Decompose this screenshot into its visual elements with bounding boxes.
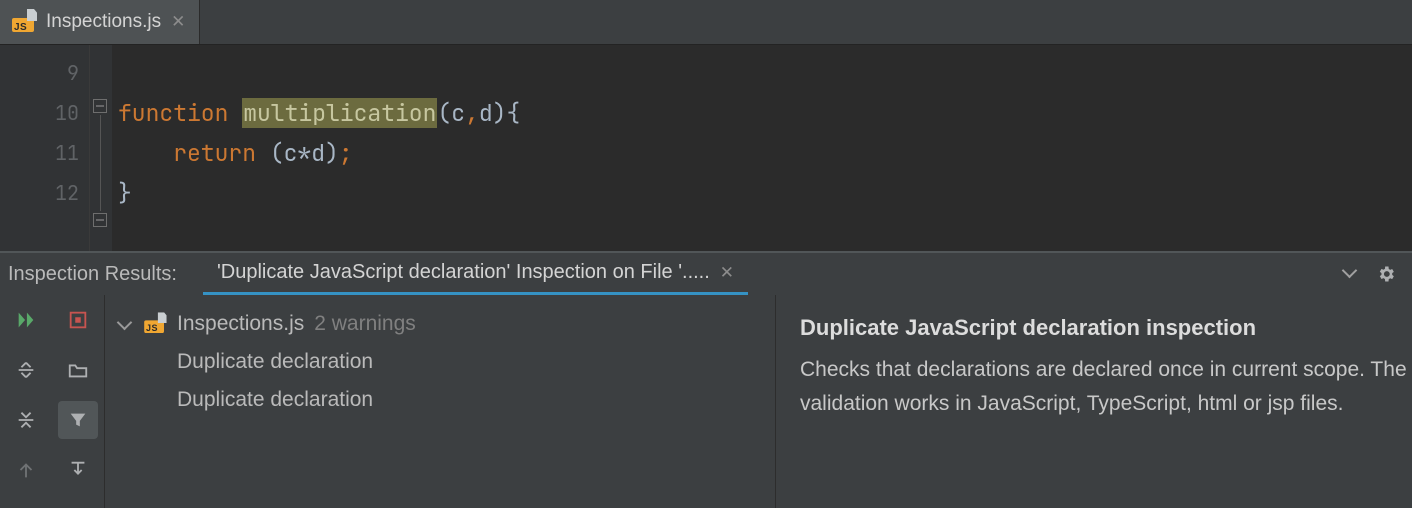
panel-header-actions [1344, 264, 1412, 284]
inspection-results-body: Inspections.js 2 warnings Duplicate decl… [0, 295, 1412, 508]
arrow-up-icon[interactable] [0, 445, 52, 495]
collapse-all-icon[interactable] [0, 395, 52, 445]
inspection-detail-body: Checks that declarations are declared on… [800, 353, 1412, 421]
tree-item-label: Duplicate declaration [177, 350, 373, 374]
line-number-gutter: 9101112 [0, 45, 90, 251]
line-number: 10 [0, 93, 79, 133]
close-icon[interactable]: ✕ [171, 12, 185, 32]
inspection-results-tab[interactable]: 'Duplicate JavaScript declaration' Inspe… [203, 253, 748, 295]
inspection-results-header: Inspection Results: 'Duplicate JavaScrip… [0, 251, 1412, 295]
line-number: 9 [0, 53, 79, 93]
tree-item-label: Duplicate declaration [177, 388, 373, 412]
code-line[interactable] [118, 53, 520, 93]
line-number: 12 [0, 173, 79, 213]
tree-warning-count: 2 warnings [314, 312, 416, 336]
inspection-tree-item[interactable]: Duplicate declaration [105, 343, 775, 381]
js-file-icon [144, 315, 166, 333]
expand-all-icon[interactable] [0, 345, 52, 395]
inspection-tree-file[interactable]: Inspections.js 2 warnings [105, 305, 775, 343]
close-icon[interactable]: ✕ [720, 263, 734, 283]
inspection-tree[interactable]: Inspections.js 2 warnings Duplicate decl… [105, 295, 776, 508]
filter-icon[interactable] [58, 401, 98, 439]
chevron-down-icon[interactable] [119, 317, 133, 331]
editor-tab-bar: Inspections.js ✕ [0, 0, 1412, 45]
chevron-down-icon[interactable] [1344, 267, 1358, 281]
inspection-tab-label: 'Duplicate JavaScript declaration' Inspe… [217, 261, 710, 284]
editor-tab-label: Inspections.js [46, 11, 161, 33]
inspection-detail: Duplicate JavaScript declaration inspect… [776, 295, 1412, 508]
code-line[interactable]: function multiplication(c,d){ [118, 93, 520, 133]
fold-end-icon[interactable] [93, 213, 107, 227]
editor-tab[interactable]: Inspections.js ✕ [0, 0, 200, 44]
fold-start-icon[interactable] [93, 99, 107, 113]
fold-guide [100, 115, 101, 211]
code-area[interactable]: function multiplication(c,d){ return (c*… [112, 45, 520, 251]
inspection-toolbar [0, 295, 105, 508]
export-icon[interactable] [52, 445, 104, 495]
inspection-tree-item[interactable]: Duplicate declaration [105, 381, 775, 419]
line-number: 11 [0, 133, 79, 173]
js-file-icon [12, 12, 36, 32]
code-line[interactable]: } [118, 173, 520, 213]
inspection-detail-title: Duplicate JavaScript declaration inspect… [800, 311, 1412, 345]
code-line[interactable]: return (c*d); [118, 133, 520, 173]
directory-icon[interactable] [52, 345, 104, 395]
close-selected-icon[interactable] [52, 295, 104, 345]
rerun-icon[interactable] [0, 295, 52, 345]
code-editor[interactable]: 9101112 function multiplication(c,d){ re… [0, 45, 1412, 251]
tree-file-label: Inspections.js [177, 312, 304, 336]
gear-icon[interactable] [1376, 264, 1396, 284]
fold-gutter [90, 45, 112, 251]
inspection-results-title: Inspection Results: [8, 263, 177, 286]
